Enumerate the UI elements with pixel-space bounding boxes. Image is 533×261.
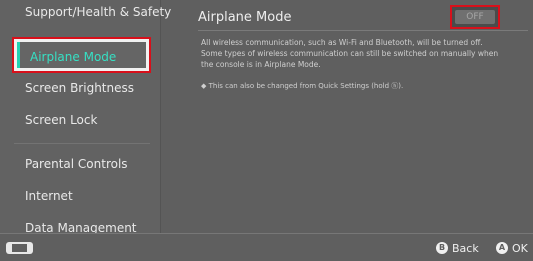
sidebar-item-internet[interactable]: Internet (25, 189, 73, 203)
description-line: All wireless communication, such as Wi-F… (201, 38, 483, 47)
footer-bar: B Back A OK (0, 233, 533, 261)
sidebar: Support/Health & Safety Airplane Mode Sc… (0, 0, 171, 235)
description-line: the console is in Airplane Mode. (201, 60, 321, 69)
selection-highlight: Airplane Mode (17, 42, 146, 68)
back-button[interactable]: B Back (436, 241, 479, 255)
sidebar-item-label: Airplane Mode (30, 50, 117, 64)
a-button-icon: A (496, 242, 508, 254)
toggle-state-label: OFF (455, 10, 495, 24)
ok-label: OK (512, 241, 528, 255)
sidebar-divider (14, 143, 150, 144)
sidebar-item-parental-controls[interactable]: Parental Controls (25, 157, 128, 171)
footer-divider (0, 233, 533, 234)
sidebar-item-screen-brightness[interactable]: Screen Brightness (25, 81, 134, 95)
title-divider (198, 30, 528, 31)
airplane-mode-toggle[interactable]: OFF (450, 5, 500, 29)
back-label: Back (452, 241, 479, 255)
settings-panel: Airplane Mode OFF All wireless communica… (161, 0, 533, 233)
sidebar-item-support[interactable]: Support/Health & Safety (25, 5, 171, 19)
sidebar-item-screen-lock[interactable]: Screen Lock (25, 113, 97, 127)
description-line: Some types of wireless communication can… (201, 49, 499, 58)
console-icon (6, 242, 33, 254)
sidebar-item-airplane-mode[interactable]: Airplane Mode (12, 37, 151, 73)
ok-button[interactable]: A OK (496, 241, 528, 255)
setting-title: Airplane Mode (198, 10, 292, 25)
b-button-icon: B (436, 242, 448, 254)
quick-settings-hint: ◆ This can also be changed from Quick Se… (201, 82, 404, 90)
